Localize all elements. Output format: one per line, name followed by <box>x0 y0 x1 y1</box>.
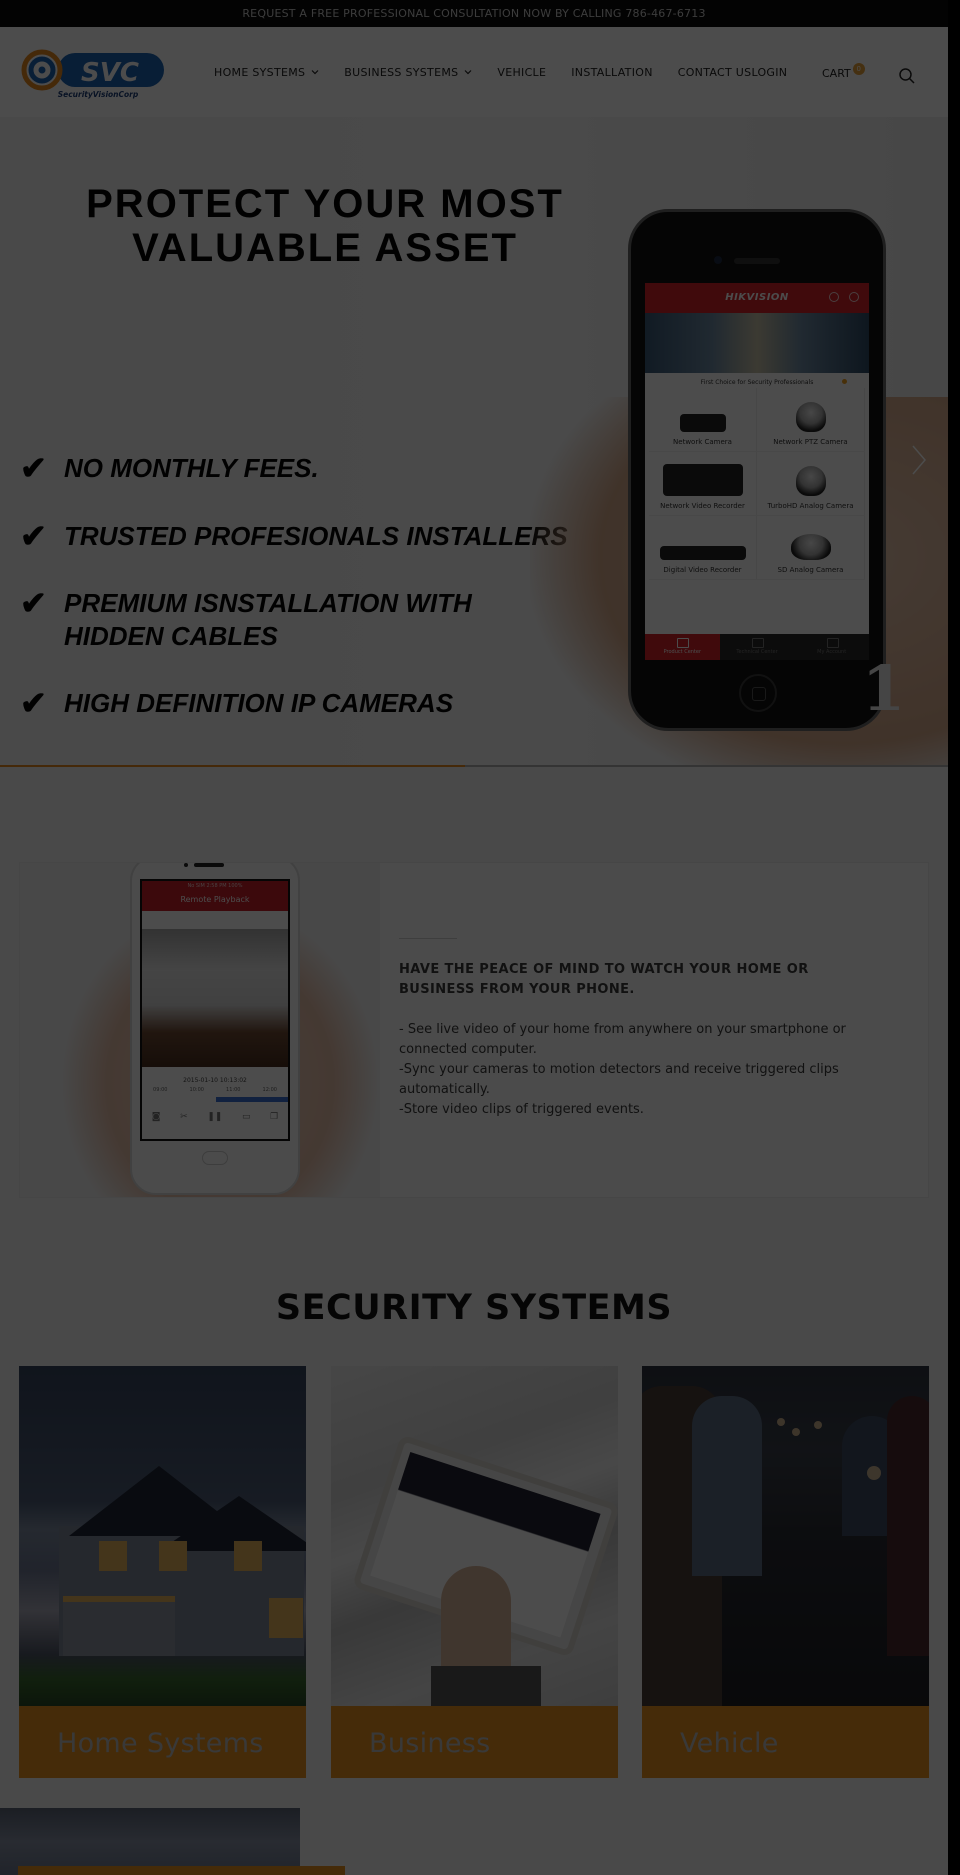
scrollbar[interactable] <box>948 0 960 1875</box>
modal-backdrop-overlay[interactable] <box>0 0 948 1875</box>
page: REQUEST A FREE PROFESSIONAL CONSULTATION… <box>0 0 948 1875</box>
